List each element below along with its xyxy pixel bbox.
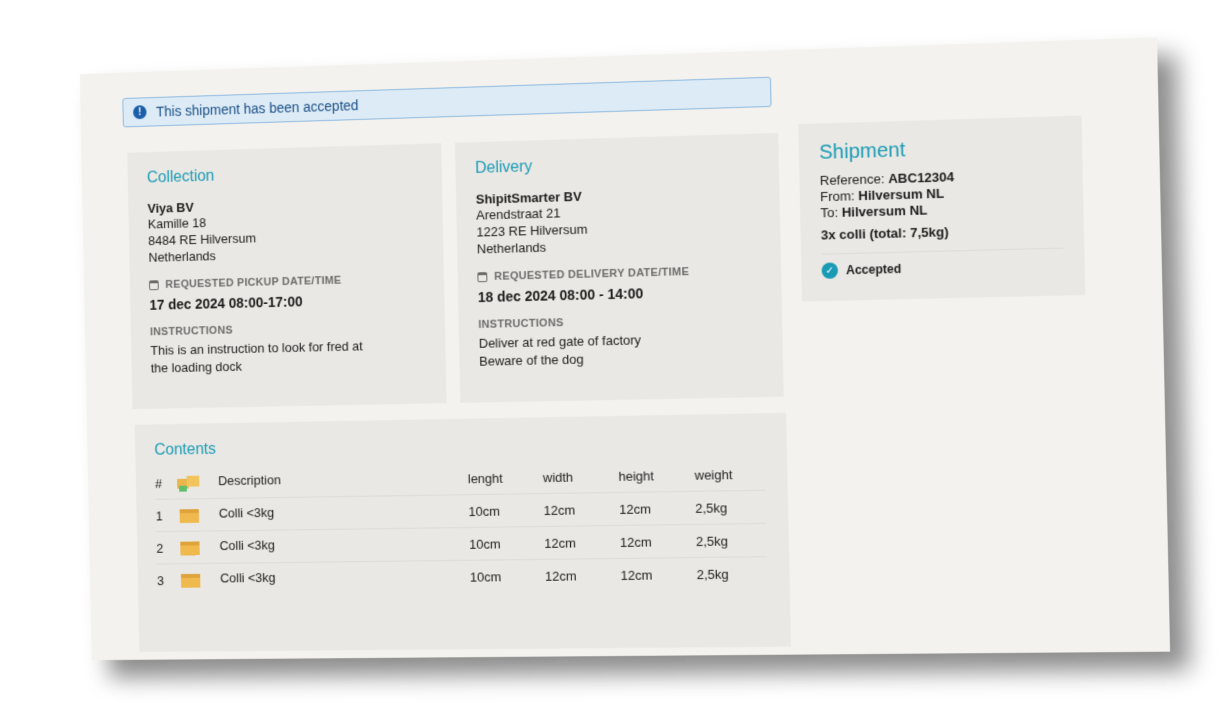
calendar-icon [477,272,487,282]
calendar-icon [149,280,159,290]
alert-text: This shipment has been accepted [156,97,359,119]
contents-card: Contents # Description lenght width heig… [135,413,791,652]
col-num: # [155,467,177,499]
boxes-icon [176,473,201,493]
box-icon [177,505,202,525]
contents-table: # Description lenght width height weight [155,458,768,596]
collection-instructions: This is an instruction to look for fred … [150,336,426,377]
check-icon: ✓ [822,262,839,279]
shipment-summary: 3x colli (total: 7,5kg) [821,221,1064,244]
col-weight: weight [694,458,765,492]
delivery-instructions-label: INSTRUCTIONS [478,313,762,331]
accepted-alert: ! This shipment has been accepted [122,77,771,128]
box-icon [178,570,203,590]
contents-title: Contents [154,431,766,459]
divider [821,248,1063,255]
delivery-datetime-label: REQUESTED DELIVERY DATE/TIME [477,264,761,283]
status-badge: ✓ Accepted [822,257,1065,279]
shipment-title: Shipment [819,134,1062,164]
pickup-datetime-label: REQUESTED PICKUP DATE/TIME [149,273,424,292]
col-height: height [618,459,695,493]
shipment-detail-panel: ! This shipment has been accepted Collec… [80,37,1170,660]
collection-card: Collection Viya BV Kamille 18 8484 RE Hi… [127,143,446,409]
pickup-datetime: 17 dec 2024 08:00-17:00 [149,290,425,312]
col-width: width [543,460,619,494]
collection-title: Collection [147,162,423,188]
col-description: Description [176,462,468,499]
col-length: lenght [467,461,543,495]
delivery-card: Delivery ShipitSmarter BV Arendstraat 21… [455,133,784,403]
delivery-title: Delivery [475,152,759,178]
box-icon [177,537,202,557]
delivery-instructions: Deliver at red gate of factory Beware of… [479,329,763,371]
info-icon: ! [133,105,147,119]
table-row: 3 Colli <3kg 10cm 12cm 12cm 2,5kg [157,557,768,596]
collection-instructions-label: INSTRUCTIONS [150,320,426,338]
delivery-datetime: 18 dec 2024 08:00 - 14:00 [478,282,762,305]
shipment-summary-card: Shipment Reference: ABC12304 From: Hilve… [798,115,1085,301]
